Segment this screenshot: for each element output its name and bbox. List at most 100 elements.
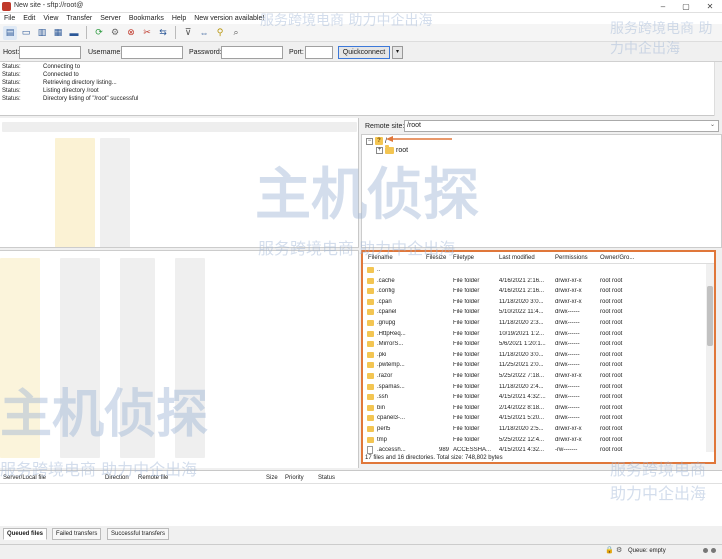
local-path-bar[interactable] — [2, 122, 357, 132]
file-type: File folder — [453, 320, 480, 326]
file-row[interactable]: .gnupg File folder 11/18/2020 2:3... drwx--… — [363, 318, 706, 329]
close-button[interactable]: ✕ — [699, 1, 721, 12]
host-label: Host: — [3, 49, 20, 56]
file-row[interactable]: .cpanel File folder 5/10/2022 11:4... drwx-… — [363, 307, 706, 318]
file-list-scrollbar[interactable] — [706, 264, 714, 452]
file-row[interactable]: .MirrorS... File folder 5/6/2021 1:20:1...… — [363, 339, 706, 350]
menu-new-version[interactable]: New version available! — [194, 15, 264, 22]
quickconnect-dropdown[interactable]: ▾ — [392, 46, 403, 59]
file-modified: 10/19/2021 1:2... — [499, 330, 545, 337]
local-site-panel[interactable] — [0, 118, 359, 468]
file-row[interactable]: .spamas... File folder 11/18/2020 2:4... dr… — [363, 382, 706, 393]
file-row[interactable]: .cache File folder 4/16/2021 2:16... drwxr-… — [363, 276, 706, 287]
port-input[interactable] — [305, 46, 333, 59]
column-permissions[interactable]: Permissions — [555, 255, 588, 261]
column-filesize[interactable]: Filesize — [426, 255, 446, 261]
compare-icon[interactable]: ⇔ — [197, 26, 211, 40]
cancel-icon[interactable]: ⊗ — [124, 26, 138, 40]
filter-icon[interactable]: ⊽ — [181, 26, 195, 40]
scrollbar-thumb[interactable] — [707, 286, 713, 346]
file-modified: 5/25/2022 12:4... — [499, 436, 545, 443]
quickconnect-button[interactable]: Quickconnect — [338, 46, 390, 59]
message-log-toggle-icon[interactable]: ▭ — [19, 26, 33, 40]
file-permissions: drwxr-xr-x — [555, 436, 582, 443]
message-log-scrollbar[interactable] — [714, 62, 722, 116]
file-row[interactable]: perl5 File folder 11/18/2020 2:5... drwxr-x… — [363, 424, 706, 435]
sync-browse-icon[interactable]: ⚲ — [213, 26, 227, 40]
file-row[interactable]: cpanel3-... File folder 4/15/2021 5:20... d… — [363, 413, 706, 424]
file-permissions: drwx------ — [555, 330, 580, 337]
disconnect-icon[interactable]: ✂ — [140, 26, 154, 40]
local-list-blur — [60, 258, 100, 458]
local-tree-toggle-icon[interactable]: ▥ — [35, 26, 49, 40]
queue-column-status[interactable]: Status — [318, 475, 335, 481]
menu-file[interactable]: File — [4, 15, 15, 22]
file-row[interactable]: .pwtemp... File folder 11/25/2021 2:0... dr… — [363, 360, 706, 371]
menu-view[interactable]: View — [43, 15, 58, 22]
folder-icon — [367, 267, 374, 273]
remote-tree-toggle-icon[interactable]: ▦ — [51, 26, 65, 40]
menu-help[interactable]: Help — [172, 15, 186, 22]
queue-column-size[interactable]: Size — [266, 475, 278, 481]
site-manager-icon[interactable]: ▤ — [3, 25, 17, 40]
refresh-icon[interactable]: ⟳ — [92, 26, 106, 40]
file-row[interactable]: .config File folder 4/16/2021 2:16... drwxr… — [363, 286, 706, 297]
menu-edit[interactable]: Edit — [23, 15, 35, 22]
file-row[interactable]: .. — [363, 265, 706, 276]
transfer-queue-panel[interactable]: Server/Local file Direction Remote file … — [0, 470, 722, 526]
username-input[interactable] — [121, 46, 183, 59]
queue-column-server-local[interactable]: Server/Local file — [3, 475, 46, 481]
tab-queued-files[interactable]: Queued files — [3, 528, 48, 540]
password-input[interactable] — [221, 46, 283, 59]
menu-transfer[interactable]: Transfer — [66, 15, 92, 22]
tab-successful-transfers[interactable]: Successful transfers — [107, 528, 170, 540]
column-last-modified[interactable]: Last modified — [499, 255, 535, 261]
menu-bookmarks[interactable]: Bookmarks — [129, 15, 164, 22]
queue-header-divider — [0, 483, 722, 484]
minimize-button[interactable]: – — [652, 1, 674, 12]
queue-column-direction[interactable]: Direction — [105, 475, 129, 481]
tree-node-root-folder[interactable]: + root — [376, 145, 408, 154]
file-permissions: drwx------ — [555, 341, 580, 348]
folder-icon — [367, 330, 374, 337]
file-modified: 4/15/2021 4:32:... — [499, 394, 546, 401]
expand-icon[interactable]: + — [376, 147, 383, 154]
file-row[interactable]: tmp File folder 5/25/2022 12:4... drwxr-xr-… — [363, 435, 706, 446]
maximize-button[interactable]: ▢ — [675, 1, 697, 12]
upload-indicator-icon — [703, 548, 708, 553]
file-type: File folder — [453, 415, 480, 422]
tree-node-root[interactable]: − ? / — [366, 137, 387, 145]
remote-site-path-input[interactable]: /root — [404, 120, 719, 132]
file-name: .ssh — [377, 394, 389, 401]
collapse-icon[interactable]: − — [366, 137, 373, 145]
file-owner: root root — [600, 415, 623, 422]
server-info-icon: ⚙ — [616, 547, 623, 554]
file-owner: root root — [600, 298, 623, 305]
queue-column-priority[interactable]: Priority — [285, 475, 304, 481]
local-splitter[interactable] — [0, 247, 359, 251]
file-row[interactable]: bin File folder 2/14/2022 8:18... drwx-----… — [363, 403, 706, 414]
file-row[interactable]: .cpan File folder 11/18/2020 3:0... drwxr-x… — [363, 297, 706, 308]
local-list-blur — [0, 258, 40, 458]
chevron-down-icon[interactable]: ⌄ — [710, 121, 715, 128]
queue-column-remote-file[interactable]: Remote file — [138, 475, 168, 481]
port-label: Port: — [289, 49, 304, 56]
message-log[interactable]: Status: Connecting to Status: Connected to… — [0, 62, 722, 116]
file-row[interactable]: .HttpReq... File folder 10/19/2021 1:2... d… — [363, 329, 706, 340]
host-input[interactable] — [19, 46, 81, 59]
file-row[interactable]: .ssh File folder 4/15/2021 4:32:... drwx---… — [363, 392, 706, 403]
column-filetype[interactable]: Filetype — [453, 255, 474, 261]
file-row[interactable]: .razor File folder 5/25/2022 7:18... drwxr-… — [363, 371, 706, 382]
remote-directory-tree[interactable]: − ? / + root — [361, 134, 722, 248]
column-owner-group[interactable]: Owner/Gro... — [600, 255, 634, 261]
tab-failed-transfers[interactable]: Failed transfers — [52, 528, 102, 540]
transfer-queue-toggle-icon[interactable]: ▬ — [67, 26, 81, 40]
file-row[interactable]: .pki File folder 11/18/2020 3:0... drwx----… — [363, 350, 706, 361]
process-queue-icon[interactable]: ⚙ — [108, 26, 122, 40]
column-filename[interactable]: Filename — [368, 255, 393, 261]
menu-server[interactable]: Server — [100, 15, 121, 22]
reconnect-icon[interactable]: ⇆ — [156, 26, 170, 40]
remote-file-list[interactable]: Filename Filesize Filetype Last modified… — [361, 250, 716, 464]
window-title: New site - sftp://root@ — [14, 2, 84, 9]
search-icon[interactable]: ⌕ — [229, 26, 243, 40]
